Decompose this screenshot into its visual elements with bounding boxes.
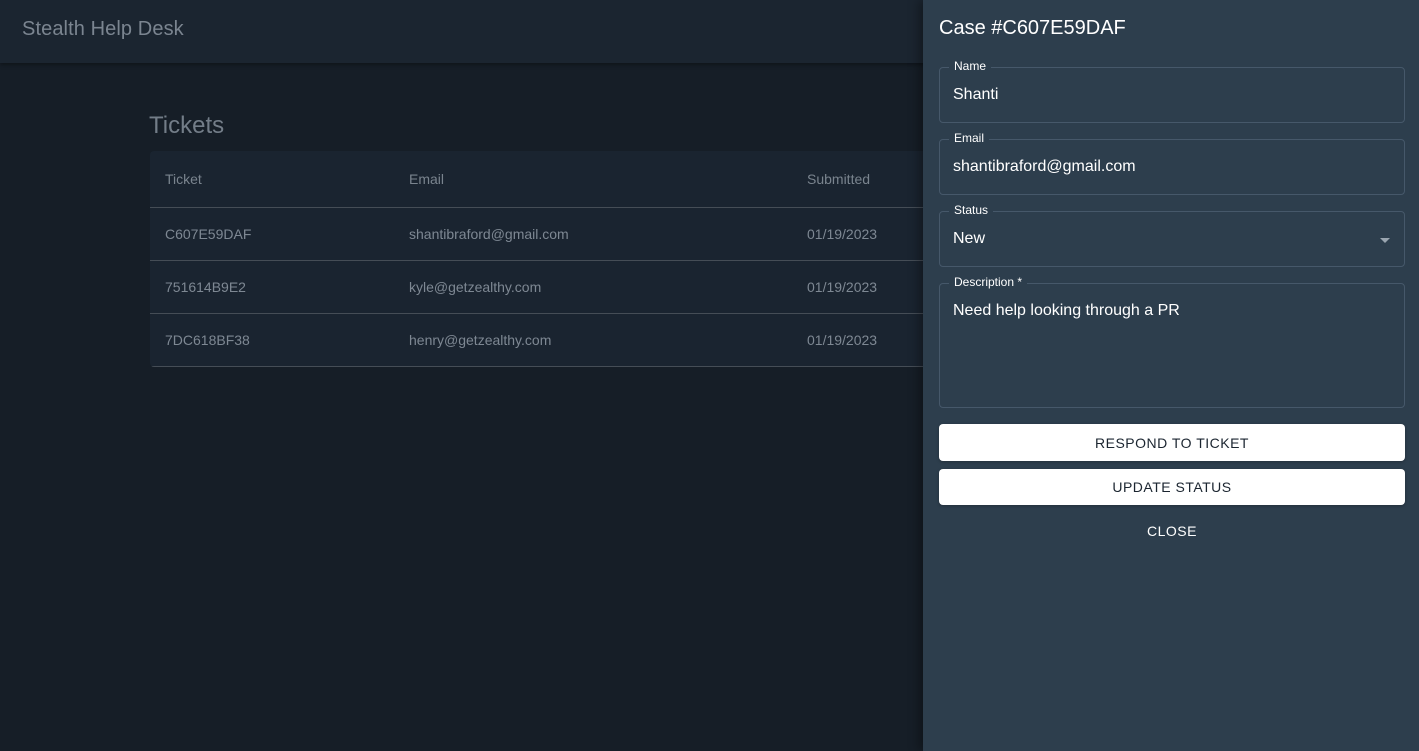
ticket-id-cell: C607E59DAF [165,226,252,242]
table-row[interactable]: 751614B9E2 kyle@getzealthy.com 01/19/202… [150,261,923,314]
close-button[interactable]: CLOSE [939,515,1405,547]
case-drawer: Case #C607E59DAF Name Shanti Email shant… [923,0,1419,751]
chevron-down-icon[interactable] [1380,238,1390,243]
name-value[interactable]: Shanti [953,68,998,122]
ticket-id-cell: 7DC618BF38 [165,332,250,348]
case-title: Case #C607E59DAF [939,17,1126,39]
submitted-cell: 01/19/2023 [807,332,878,348]
update-status-button[interactable]: UPDATE STATUS [939,469,1405,505]
column-header-email[interactable]: Email [409,151,444,207]
description-label: Description * [949,274,1028,290]
status-select[interactable]: Status New [939,202,1405,267]
table-row[interactable]: 7DC618BF38 henry@getzealthy.com 01/19/20… [150,314,923,367]
tickets-table: Ticket Email Submitted C607E59DAF shanti… [150,151,923,367]
app-title: Stealth Help Desk [22,18,184,40]
email-cell: henry@getzealthy.com [409,332,552,348]
column-header-ticket[interactable]: Ticket [165,151,202,207]
email-cell: kyle@getzealthy.com [409,279,542,295]
email-field[interactable]: Email shantibraford@gmail.com [939,130,1405,195]
description-value[interactable]: Need help looking through a PR [953,302,1180,320]
submitted-cell: 01/19/2023 [807,226,878,242]
submitted-cell: 01/19/2023 [807,279,878,295]
table-row[interactable]: C607E59DAF shantibraford@gmail.com 01/19… [150,208,923,261]
email-cell: shantibraford@gmail.com [409,226,569,242]
respond-to-ticket-button[interactable]: RESPOND TO TICKET [939,424,1405,461]
name-field[interactable]: Name Shanti [939,58,1405,123]
column-header-submitted[interactable]: Submitted [807,151,870,207]
table-header-row: Ticket Email Submitted [150,151,923,208]
ticket-id-cell: 751614B9E2 [165,279,246,295]
description-field[interactable]: Description * Need help looking through … [939,274,1405,408]
email-value[interactable]: shantibraford@gmail.com [953,140,1136,194]
status-value[interactable]: New [953,212,985,266]
page-title: Tickets [149,112,225,139]
